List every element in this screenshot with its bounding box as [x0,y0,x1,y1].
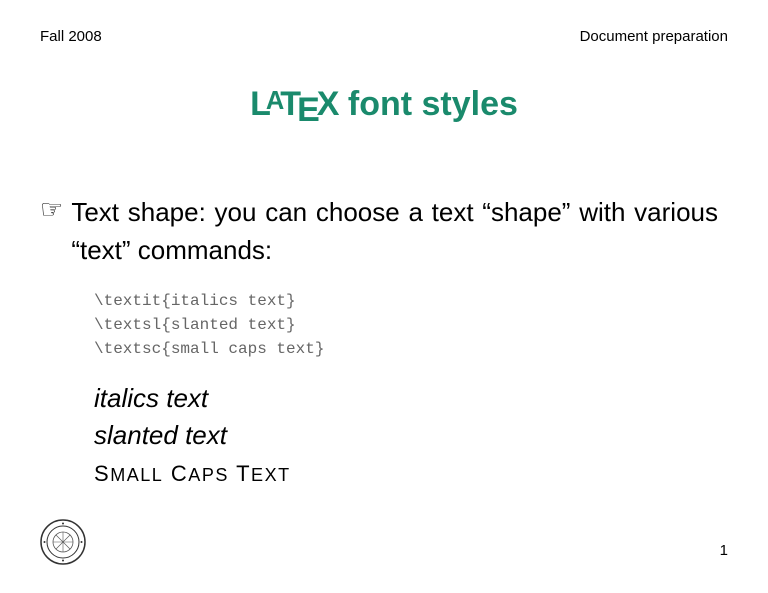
sample-slanted: slanted text [94,420,718,451]
slide-title: LATEX font styles [40,85,728,124]
sample-smallcaps: SMALL CAPS TEXT [94,461,718,487]
university-seal-icon [40,519,86,565]
latex-logo: LATEX [250,85,338,123]
bullet-item: ☞ Text shape: you can choose a text “sha… [40,194,718,269]
sample-italic: italics text [94,383,718,414]
content: ☞ Text shape: you can choose a text “sha… [40,194,728,487]
slide-page: Fall 2008 Document preparation LATEX fon… [0,0,768,593]
code-line: \textsc{small caps text} [94,337,718,361]
code-line: \textsl{slanted text} [94,313,718,337]
header-right: Document preparation [580,28,728,45]
header-left: Fall 2008 [40,28,102,45]
code-block: \textit{italics text} \textsl{slanted te… [94,289,718,361]
intro-text: Text shape: you can choose a text “shape… [71,194,718,269]
pointing-hand-icon: ☞ [40,194,63,225]
code-line: \textit{italics text} [94,289,718,313]
page-number: 1 [720,542,728,559]
title-rest: font styles [338,85,517,123]
header: Fall 2008 Document preparation [40,28,728,45]
